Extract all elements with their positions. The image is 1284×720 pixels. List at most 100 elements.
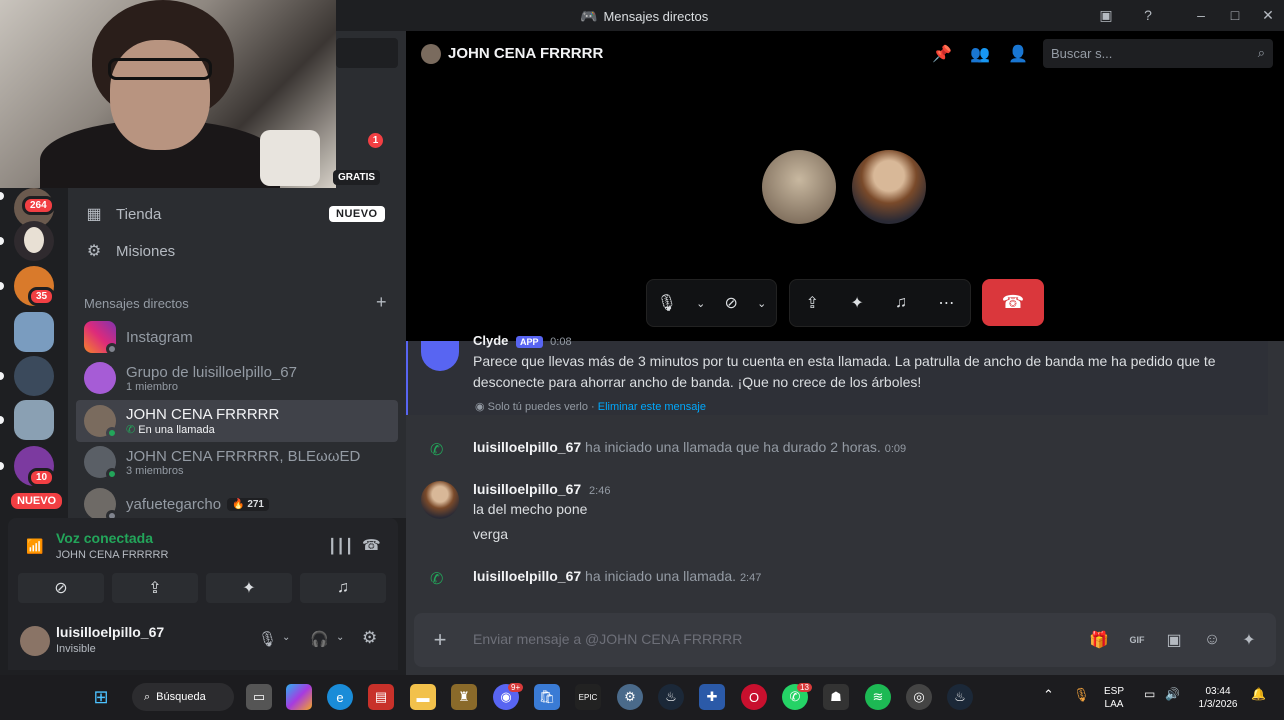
clock[interactable]: 03:44 1/3/2026 xyxy=(1195,685,1241,711)
message-input[interactable]: Enviar mensaje a @JOHN CENA FRRRRR xyxy=(473,631,742,647)
volume-icon[interactable]: 🔊 xyxy=(1165,688,1180,701)
call-log-user[interactable]: luisilloelpillo_67 xyxy=(473,439,581,455)
voice-connected-label[interactable]: Voz conectada xyxy=(56,530,153,546)
minimize-button[interactable]: – xyxy=(1192,6,1210,24)
tray-chevron-icon[interactable]: ⌃ xyxy=(1043,688,1054,701)
screen-share-icon[interactable]: ⇪ xyxy=(806,293,819,313)
phone-hangup-icon: ☎ xyxy=(1001,292,1025,312)
task-view-icon[interactable]: ▭ xyxy=(246,684,272,710)
yafuetegarcho-avatar xyxy=(84,488,118,522)
message-text: verga xyxy=(473,526,509,542)
language-indicator[interactable]: ESP LAA xyxy=(1104,685,1124,711)
store-new-badge: NUEVO xyxy=(329,206,385,222)
chevron-down-icon[interactable]: ⌄ xyxy=(757,297,766,310)
tray-mic-icon[interactable]: 🎙 xyxy=(1073,688,1090,701)
dm-item-john-cena[interactable]: JOHN CENA FRRRRR ✆ En una llamada xyxy=(76,400,398,442)
message-avatar[interactable] xyxy=(421,481,459,519)
gif-icon[interactable]: GIF xyxy=(1127,630,1147,650)
call-participant-avatar[interactable] xyxy=(762,150,836,224)
headphones-icon[interactable]: 🎧 xyxy=(310,630,329,648)
call-participant-avatar[interactable] xyxy=(852,150,926,224)
steam-icon[interactable]: ♨ xyxy=(658,684,684,710)
file-explorer-icon[interactable]: ▬ xyxy=(410,684,436,710)
app-icon[interactable]: ☗ xyxy=(823,684,849,710)
only-you-text: Solo tú puedes verlo · xyxy=(487,401,598,413)
server-badge-3: 35 xyxy=(28,287,56,306)
microphone-icon[interactable]: 🎙 xyxy=(657,293,677,313)
server-icon-5[interactable] xyxy=(14,356,54,396)
call-log-user[interactable]: luisilloelpillo_67 xyxy=(473,568,581,584)
attach-plus-icon[interactable]: + xyxy=(430,627,450,652)
sidebar-item-quests[interactable]: ⚙ Misiones xyxy=(76,233,396,269)
chevron-down-icon[interactable]: ⌄ xyxy=(696,297,705,310)
find-conversation-input[interactable] xyxy=(336,38,398,68)
webcam-face xyxy=(110,40,210,150)
header-avatar xyxy=(421,44,441,64)
github-icon[interactable]: ◎ xyxy=(906,684,932,710)
microphone-icon[interactable]: 🎙 xyxy=(258,630,277,648)
emoji-icon[interactable]: ☺ xyxy=(1202,630,1222,650)
quests-icon: ⚙ xyxy=(86,243,102,260)
user-avatar[interactable] xyxy=(20,626,50,656)
game-icon[interactable]: ♜ xyxy=(451,684,477,710)
steam-icon-2[interactable]: ♨ xyxy=(947,684,973,710)
dm-item-group-2[interactable]: JOHN CENA FRRRRR, BLEωωED 3 miembros xyxy=(76,441,398,483)
settings-icon[interactable]: ⚙ xyxy=(617,684,643,710)
voice-channel-name[interactable]: JOHN CENA FRRRRR xyxy=(56,549,168,561)
server-icon-2[interactable] xyxy=(14,221,54,261)
message-time: 0:08 xyxy=(550,336,572,348)
chevron-down-icon[interactable]: ⌄ xyxy=(336,632,344,643)
apps-icon[interactable]: ✦ xyxy=(1239,630,1259,650)
screen-share-button[interactable]: ⇪ xyxy=(112,573,198,603)
edge-icon[interactable]: e xyxy=(327,684,353,710)
spotify-icon[interactable]: ≋ xyxy=(865,684,891,710)
delete-message-link[interactable]: Eliminar este mensaje xyxy=(598,401,706,413)
winrar-icon[interactable]: ▤ xyxy=(368,684,394,710)
soundboard-icon[interactable]: ♫ xyxy=(895,294,907,312)
message-text: la del mecho pone xyxy=(473,501,588,517)
soundboard-button[interactable]: ♫ xyxy=(300,573,386,603)
search-input[interactable]: Buscar s... ⌕ xyxy=(1043,39,1273,68)
camera-off-icon[interactable]: ⊘ xyxy=(725,293,738,313)
call-title: JOHN CENA FRRRRR xyxy=(448,45,604,62)
server-icon-4[interactable] xyxy=(14,312,54,352)
discord-icon: 🎮 xyxy=(580,8,598,24)
server-icon-6[interactable] xyxy=(14,400,54,440)
add-friend-icon[interactable]: 👥 xyxy=(970,44,990,64)
user-profile-icon[interactable]: 👤 xyxy=(1008,44,1028,64)
disconnect-icon[interactable]: ☎ xyxy=(362,536,381,554)
activities-button[interactable]: ✦ xyxy=(206,573,292,603)
controller-icon[interactable]: ✚ xyxy=(699,684,725,710)
lang-bottom: LAA xyxy=(1104,699,1124,710)
create-dm-button[interactable]: + xyxy=(376,292,387,313)
noise-suppression-icon[interactable]: ┃┃┃ xyxy=(328,538,353,555)
inbox-icon[interactable]: ▣ xyxy=(1097,6,1115,24)
pin-icon[interactable]: 📌 xyxy=(932,44,952,64)
store-label: Tienda xyxy=(116,205,162,223)
user-name[interactable]: luisilloelpillo_67 xyxy=(56,624,164,640)
maximize-button[interactable]: □ xyxy=(1226,6,1244,24)
sticker-icon[interactable]: ▣ xyxy=(1164,630,1184,650)
help-icon[interactable]: ? xyxy=(1139,6,1157,24)
camera-off-button[interactable]: ⊘ xyxy=(18,573,104,603)
hang-up-button[interactable]: ☎ xyxy=(982,279,1044,326)
dm-name: JOHN CENA FRRRRR xyxy=(126,406,280,423)
store-icon[interactable]: 🛍 xyxy=(534,684,560,710)
dm-item-instagram[interactable]: Instagram xyxy=(76,316,398,358)
settings-gear-icon[interactable]: ⚙ xyxy=(362,628,377,648)
activities-icon[interactable]: ✦ xyxy=(850,293,863,313)
opera-icon[interactable]: O xyxy=(741,684,767,710)
message-author[interactable]: luisilloelpillo_67 xyxy=(473,481,581,497)
dm-item-group[interactable]: Grupo de luisilloelpillo_67 1 miembro xyxy=(76,357,398,399)
copilot-icon[interactable] xyxy=(286,684,312,710)
close-button[interactable]: ✕ xyxy=(1259,6,1277,24)
taskbar-search[interactable]: ⌕ Búsqueda xyxy=(132,683,234,711)
epic-games-icon[interactable]: EPIC xyxy=(575,684,601,710)
windows-start-icon[interactable]: ⊞ xyxy=(88,684,114,710)
more-options-icon[interactable]: ⋯ xyxy=(938,293,954,313)
network-icon[interactable]: ▭ xyxy=(1144,688,1155,701)
chevron-down-icon[interactable]: ⌄ xyxy=(282,632,290,643)
gift-icon[interactable]: 🎁 xyxy=(1089,630,1109,650)
notification-bell-icon[interactable]: 🔔 xyxy=(1251,688,1266,701)
status-dot xyxy=(106,468,118,480)
